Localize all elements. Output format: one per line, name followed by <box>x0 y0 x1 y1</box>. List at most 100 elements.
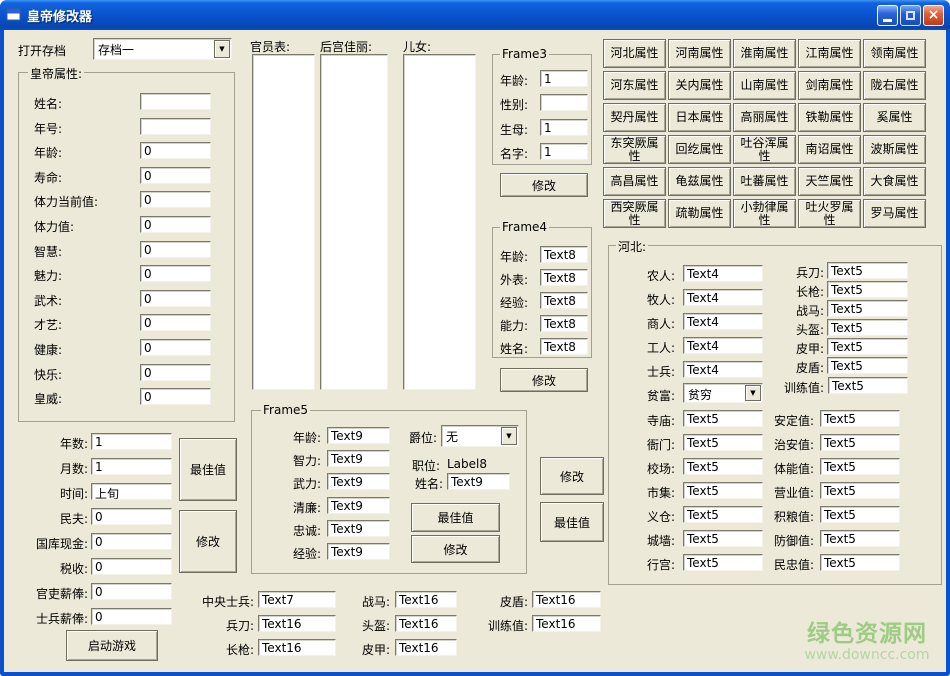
mid-modify-button[interactable]: 修改 <box>540 457 604 495</box>
mid-best-button[interactable]: 最佳值 <box>540 502 604 542</box>
emperor-field-input[interactable] <box>140 93 211 110</box>
province-button[interactable]: 高丽属性 <box>733 103 796 132</box>
state-modify-button[interactable]: 修改 <box>179 510 237 573</box>
emperor-field-input[interactable]: 0 <box>140 339 211 356</box>
frame5-field-input[interactable]: Text9 <box>327 497 390 514</box>
central-field-input[interactable]: Text16 <box>258 615 336 632</box>
state-field-input[interactable]: 0 <box>91 583 172 600</box>
state-field-input[interactable]: 上旬 <box>91 483 172 500</box>
emperor-field-input[interactable]: 0 <box>140 314 211 331</box>
province-button[interactable]: 南诏属性 <box>798 135 861 164</box>
minimize-button[interactable] <box>877 5 898 26</box>
frame3-modify-button[interactable]: 修改 <box>500 173 588 197</box>
hebei-weapon-input[interactable]: Text5 <box>827 300 908 317</box>
frame3-field-input[interactable]: 1 <box>540 143 588 160</box>
hebei-building-input[interactable]: Text5 <box>683 482 763 499</box>
rank-combobox[interactable]: 无 ▼ <box>441 425 519 447</box>
frame4-field-input[interactable]: Text8 <box>540 246 588 263</box>
hebei-weapon-input[interactable]: Text5 <box>827 319 908 336</box>
emperor-field-input[interactable]: 0 <box>140 167 211 184</box>
hebei-stat-input[interactable]: Text5 <box>820 458 900 475</box>
hebei-weapon-input[interactable]: Text5 <box>827 338 908 355</box>
province-button[interactable]: 疏勒属性 <box>668 199 731 228</box>
title-bar[interactable]: 皇帝修改器 × <box>0 0 950 30</box>
province-button[interactable]: 河南属性 <box>668 39 731 68</box>
frame3-field-input[interactable]: 1 <box>540 70 588 87</box>
province-button[interactable]: 江南属性 <box>798 39 861 68</box>
hebei-pop-input[interactable]: Text4 <box>683 265 763 282</box>
province-button[interactable]: 高昌属性 <box>603 167 666 196</box>
hebei-pop-input[interactable]: Text4 <box>683 313 763 330</box>
open-archive-label[interactable]: 打开存档 <box>18 42 66 59</box>
province-button[interactable]: 日本属性 <box>668 103 731 132</box>
frame5-field-input[interactable]: Text9 <box>327 473 390 490</box>
hebei-stat-input[interactable]: Text5 <box>820 410 900 427</box>
province-button[interactable]: 波斯属性 <box>863 135 926 164</box>
central-field-input[interactable]: Text16 <box>395 591 457 608</box>
emperor-field-input[interactable]: 0 <box>140 265 211 282</box>
province-button[interactable]: 东突厥属性 <box>603 135 666 164</box>
province-button[interactable]: 西突厥属性 <box>603 199 666 228</box>
province-button[interactable]: 铁勒属性 <box>798 103 861 132</box>
central-field-input[interactable]: Text16 <box>395 615 457 632</box>
hebei-stat-input[interactable]: Text5 <box>820 482 900 499</box>
hebei-stat-input[interactable]: Text5 <box>820 530 900 547</box>
hebei-building-input[interactable]: Text5 <box>683 434 763 451</box>
emperor-field-input[interactable]: 0 <box>140 216 211 233</box>
province-button[interactable]: 剑南属性 <box>798 71 861 100</box>
officials-listbox[interactable] <box>252 54 315 390</box>
province-button[interactable]: 天竺属性 <box>798 167 861 196</box>
emperor-field-input[interactable]: 0 <box>140 364 211 381</box>
state-field-input[interactable]: 0 <box>91 558 172 575</box>
frame5-field-input[interactable]: Text9 <box>327 450 390 467</box>
province-button[interactable]: 小勃律属性 <box>733 199 796 228</box>
central-field-input[interactable]: Text16 <box>395 639 457 656</box>
central-field-input[interactable]: Text16 <box>258 639 336 656</box>
province-button[interactable]: 河北属性 <box>603 39 666 68</box>
chevron-down-icon[interactable]: ▼ <box>501 427 517 445</box>
chevron-down-icon[interactable]: ▼ <box>214 40 230 58</box>
state-best-button[interactable]: 最佳值 <box>179 438 237 501</box>
hebei-stat-input[interactable]: Text5 <box>820 554 900 571</box>
state-field-input[interactable]: 0 <box>91 533 172 550</box>
province-button[interactable]: 淮南属性 <box>733 39 796 68</box>
central-field-input[interactable]: Text7 <box>258 591 336 608</box>
harem-listbox[interactable] <box>320 54 388 390</box>
frame4-field-input[interactable]: Text8 <box>540 315 588 332</box>
frame5-field-input[interactable]: Text9 <box>327 543 390 560</box>
emperor-field-input[interactable]: 0 <box>140 142 211 159</box>
chevron-down-icon[interactable]: ▼ <box>745 385 761 401</box>
hebei-weapon-input[interactable]: Text5 <box>827 357 908 374</box>
province-button[interactable]: 龟兹属性 <box>668 167 731 196</box>
hebei-building-input[interactable]: Text5 <box>683 458 763 475</box>
province-button[interactable]: 河东属性 <box>603 71 666 100</box>
emperor-field-input[interactable] <box>140 118 211 135</box>
frame5-field-input[interactable]: Text9 <box>327 520 390 537</box>
maximize-button[interactable] <box>900 5 921 26</box>
province-button[interactable]: 奚属性 <box>863 103 926 132</box>
hebei-weapon-input[interactable]: Text5 <box>827 281 908 298</box>
frame3-field-input[interactable]: 1 <box>540 119 588 136</box>
hebei-building-input[interactable]: Text5 <box>683 530 763 547</box>
children-listbox[interactable] <box>403 54 476 390</box>
province-button[interactable]: 回纥属性 <box>668 135 731 164</box>
hebei-stat-input[interactable]: Text5 <box>820 434 900 451</box>
province-button[interactable]: 陇右属性 <box>863 71 926 100</box>
frame4-modify-button[interactable]: 修改 <box>500 368 588 392</box>
officer-name-input[interactable]: Text9 <box>447 473 510 490</box>
frame5-best-button[interactable]: 最佳值 <box>411 503 500 532</box>
hebei-building-input[interactable]: Text5 <box>683 554 763 571</box>
hebei-weapon-input[interactable]: Text5 <box>827 262 908 279</box>
frame5-field-input[interactable]: Text9 <box>327 427 390 444</box>
emperor-field-input[interactable]: 0 <box>140 241 211 258</box>
state-field-input[interactable]: 0 <box>91 608 172 625</box>
hebei-train-input[interactable]: Text5 <box>828 377 908 394</box>
central-field-input[interactable]: Text16 <box>532 591 601 608</box>
frame3-field-input[interactable] <box>540 94 588 111</box>
province-button[interactable]: 吐谷浑属性 <box>733 135 796 164</box>
state-field-input[interactable]: 0 <box>91 508 172 525</box>
wealth-combobox[interactable]: 贫穷 ▼ <box>683 383 763 403</box>
frame4-field-input[interactable]: Text8 <box>540 292 588 309</box>
hebei-pop-input[interactable]: Text4 <box>683 361 763 378</box>
central-field-input[interactable]: Text16 <box>532 615 601 632</box>
